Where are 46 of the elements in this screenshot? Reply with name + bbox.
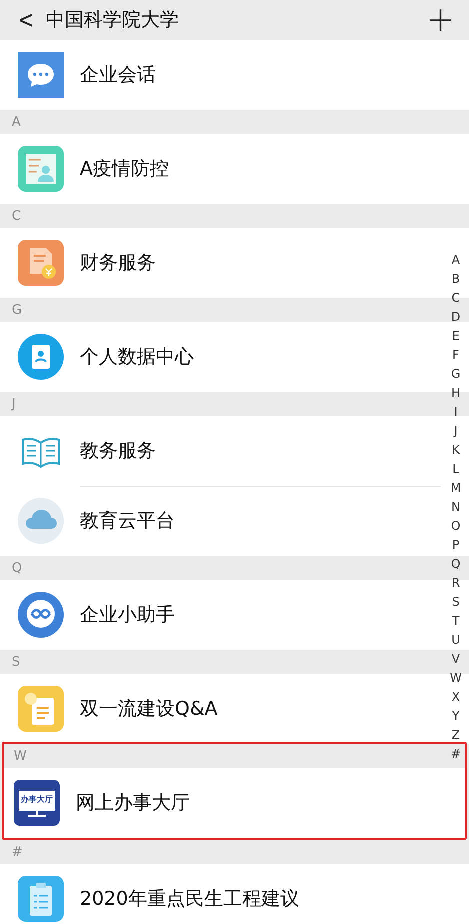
index-letter[interactable]: Z	[452, 726, 460, 745]
monitor-icon	[14, 780, 60, 826]
section-letter: G	[12, 302, 22, 318]
index-letter[interactable]: P	[452, 536, 460, 555]
add-button[interactable]: +	[426, 3, 455, 37]
cloud-icon	[18, 498, 64, 544]
index-letter[interactable]: D	[451, 308, 461, 327]
index-letter[interactable]: M	[450, 479, 462, 498]
index-letter[interactable]: T	[452, 612, 460, 631]
index-letter[interactable]: O	[451, 517, 461, 536]
section-letter: #	[12, 844, 23, 860]
index-letter[interactable]: F	[452, 346, 460, 365]
index-letter[interactable]: W	[450, 669, 462, 688]
index-letter[interactable]: N	[452, 498, 460, 517]
index-letter[interactable]: C	[452, 289, 460, 308]
section-letter: C	[12, 208, 22, 224]
index-letter[interactable]: R	[452, 574, 460, 593]
index-letter[interactable]: U	[452, 631, 460, 650]
section-letter: Q	[12, 560, 22, 576]
index-letter[interactable]: J	[454, 422, 458, 441]
icon-label: 办事大厅	[21, 795, 53, 805]
index-letter[interactable]: #	[450, 745, 462, 764]
index-letter[interactable]: K	[452, 441, 460, 460]
bill-coin-icon	[18, 240, 64, 286]
index-letter[interactable]: A	[452, 251, 460, 270]
index-letter[interactable]: X	[452, 688, 460, 707]
section-letter: A	[12, 114, 21, 130]
back-button[interactable]: <	[16, 6, 36, 34]
index-letter[interactable]: B	[452, 270, 460, 289]
index-letter[interactable]: S	[452, 593, 460, 612]
id-badge-icon	[18, 334, 64, 380]
chat-bubble-icon	[18, 52, 64, 98]
clipboard-icon	[18, 876, 64, 922]
section-letter: S	[12, 654, 20, 670]
checklist-person-icon	[18, 146, 64, 192]
index-letter[interactable]: V	[452, 650, 460, 669]
index-letter[interactable]: Y	[452, 707, 460, 726]
index-letter[interactable]: H	[451, 384, 461, 403]
page-title: 中国科学院大学	[46, 8, 180, 33]
index-letter[interactable]: L	[452, 460, 460, 479]
section-letter: W	[14, 748, 27, 764]
index-letter[interactable]: G	[451, 365, 461, 384]
index-letter[interactable]: E	[452, 327, 460, 346]
section-letter: J	[12, 396, 16, 412]
index-letter[interactable]: Q	[451, 555, 461, 574]
index-letter[interactable]: I	[454, 403, 458, 422]
